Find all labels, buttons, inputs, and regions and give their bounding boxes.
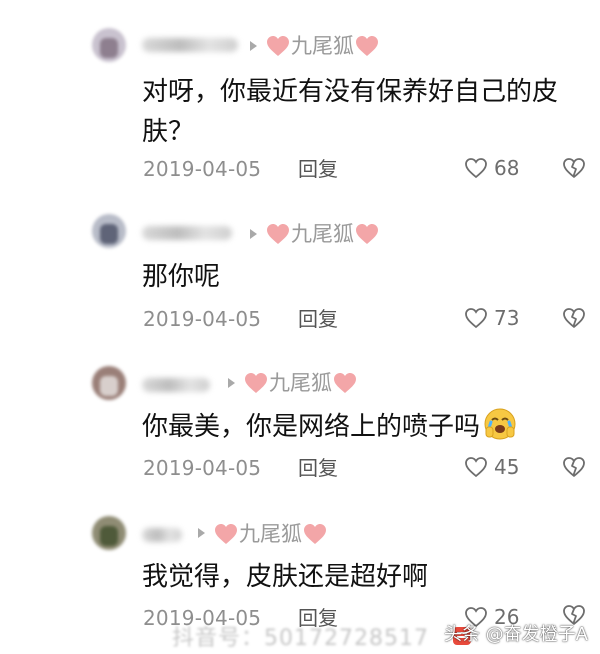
heart-icon <box>334 373 356 393</box>
reply-target-author[interactable]: 九尾狐 <box>244 370 357 396</box>
blurred-username[interactable] <box>142 226 232 240</box>
reply-arrow-icon <box>228 378 235 388</box>
avatar[interactable] <box>92 516 126 550</box>
avatar[interactable] <box>92 214 126 248</box>
blurred-username[interactable] <box>142 528 182 542</box>
comment-date: 2019-04-05 <box>143 157 262 181</box>
like-count: 45 <box>494 455 520 479</box>
comment-text-line: 那你呢 <box>142 262 221 292</box>
heart-outline-icon <box>465 308 487 329</box>
heart-outline-icon <box>465 457 487 478</box>
comment-date: 2019-04-05 <box>143 456 262 480</box>
reply-arrow-icon <box>250 229 257 239</box>
author-name: 九尾狐 <box>239 522 302 546</box>
heart-icon <box>245 373 267 393</box>
heart-icon <box>356 224 378 244</box>
heart-outline-icon <box>465 158 487 179</box>
avatar[interactable] <box>92 28 126 62</box>
heart-icon <box>267 224 289 244</box>
author-name: 九尾狐 <box>291 34 354 58</box>
author-name: 九尾狐 <box>269 371 332 395</box>
heart-icon <box>304 524 326 544</box>
like-count: 68 <box>494 156 520 180</box>
like-button[interactable]: 73 <box>464 306 519 330</box>
comment-text-line: 对呀，你最近有没有保养好自己的皮 <box>142 77 559 107</box>
reply-target-author[interactable]: 九尾狐 <box>266 221 379 247</box>
toutiao-watermark: 头条 @奋发橙子A <box>443 624 588 645</box>
comment-text-line: 肤？ <box>142 117 195 147</box>
reply-button[interactable]: 回复 <box>298 157 338 181</box>
heart-icon <box>215 524 237 544</box>
comment-text: 你最美，你是网络上的喷子吗 <box>142 412 481 442</box>
comment-text-line: 你最美，你是网络上的喷子吗 <box>142 405 517 449</box>
reply-arrow-icon <box>198 528 205 538</box>
author-name: 九尾狐 <box>291 222 354 246</box>
heart-icon <box>267 36 289 56</box>
broken-heart-icon[interactable] <box>562 456 586 478</box>
reply-target-author[interactable]: 九尾狐 <box>214 521 327 547</box>
broken-heart-icon[interactable] <box>562 157 586 179</box>
like-count: 73 <box>494 306 520 330</box>
reply-target-author[interactable]: 九尾狐 <box>266 33 379 59</box>
avatar[interactable] <box>92 366 126 400</box>
blurred-username[interactable] <box>142 378 210 392</box>
crying-face-emoji-icon <box>484 408 516 440</box>
blurred-username[interactable] <box>142 38 238 52</box>
broken-heart-icon[interactable] <box>562 307 586 329</box>
reply-button[interactable]: 回复 <box>298 456 338 480</box>
comment-text-line: 我觉得，皮肤还是超好啊 <box>142 562 429 592</box>
comment-date: 2019-04-05 <box>143 307 262 331</box>
like-button[interactable]: 68 <box>464 156 519 180</box>
douyin-watermark: 抖音号：50172728517 <box>172 626 429 651</box>
heart-icon <box>356 36 378 56</box>
reply-button[interactable]: 回复 <box>298 307 338 331</box>
reply-arrow-icon <box>250 41 257 51</box>
like-button[interactable]: 45 <box>464 455 519 479</box>
